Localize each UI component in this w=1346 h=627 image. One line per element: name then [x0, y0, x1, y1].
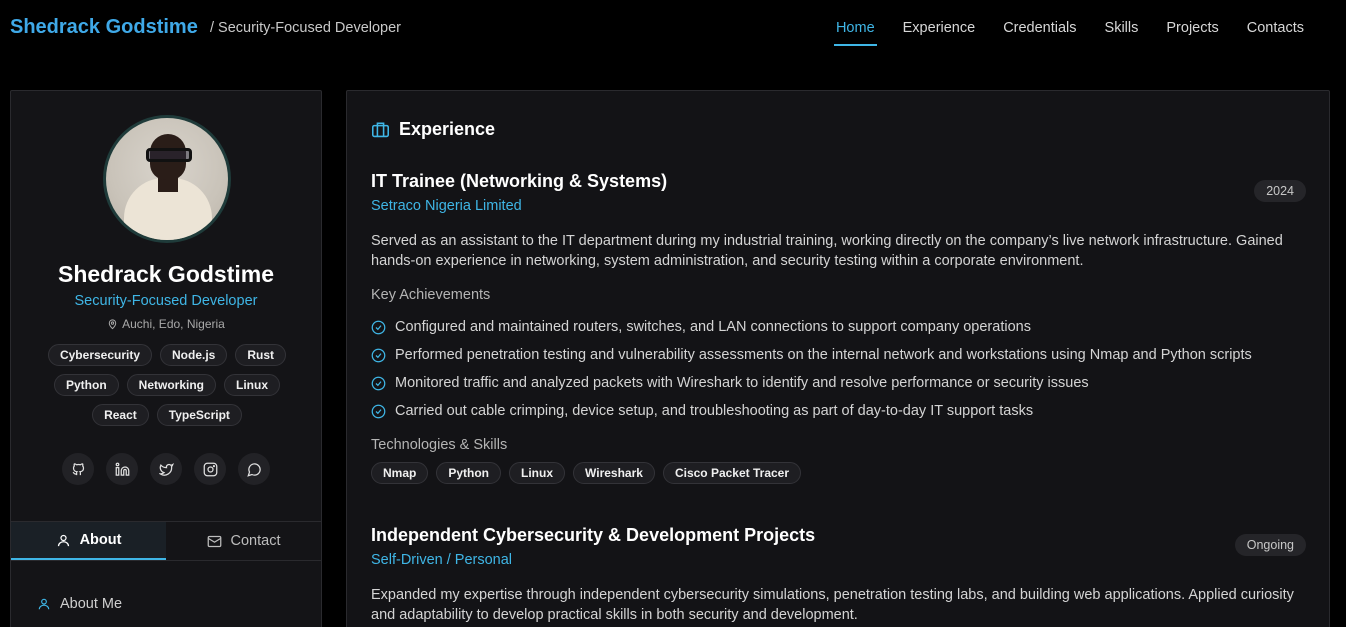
twitter-link[interactable] [150, 453, 182, 485]
date-badge: 2024 [1254, 180, 1306, 202]
profile-role: Security-Focused Developer [74, 293, 258, 309]
experience-panel: Experience 2024 IT Trainee (Networking &… [346, 90, 1330, 627]
linkedin-link[interactable] [106, 453, 138, 485]
skill-tag: Python [53, 374, 119, 396]
main-nav: Home Experience Credentials Skills Proje… [822, 18, 1318, 46]
job-title: Independent Cybersecurity & Development … [371, 525, 816, 545]
skill-tag: Node.js [160, 344, 228, 366]
tech-tag: Nmap [371, 462, 429, 484]
profile-location-text: Auchi, Edo, Nigeria [122, 317, 225, 331]
job-description: Expanded my expertise through independen… [371, 587, 1294, 623]
skill-tag: Networking [126, 374, 216, 396]
achievements-heading: Key Achievements [371, 287, 491, 303]
nav-home[interactable]: Home [822, 18, 889, 46]
tech-tag: Wireshark [573, 462, 655, 484]
check-circle-icon [371, 320, 386, 334]
achievement-text: Carried out cable crimping, device setup… [395, 403, 1034, 419]
achievements-list: Configured and maintained routers, switc… [371, 313, 1306, 425]
instagram-link[interactable] [194, 453, 226, 485]
profile-tabs: About Contact [11, 521, 321, 561]
user-icon [38, 598, 50, 610]
brand-tagline: / Security-Focused Developer [210, 20, 401, 36]
skill-tag: React [92, 404, 149, 426]
section-title: Experience [371, 119, 495, 140]
mail-icon [207, 535, 221, 547]
skill-tag: Rust [235, 344, 287, 366]
nav-credentials[interactable]: Credentials [989, 18, 1090, 46]
job-description: Served as an assistant to the IT departm… [371, 233, 1283, 269]
achievement-text: Configured and maintained routers, switc… [395, 319, 1031, 335]
technologies-heading: Technologies & Skills [371, 437, 508, 453]
profile-location: Auchi, Edo, Nigeria [11, 317, 321, 331]
experience-item: 2024 IT Trainee (Networking & Systems) S… [371, 171, 1306, 484]
about-me-heading: About Me [37, 596, 122, 612]
tab-contact-label: Contact [230, 533, 281, 549]
social-links [11, 453, 321, 485]
brand-name[interactable]: Shedrack Godstime [10, 16, 198, 39]
list-item: Configured and maintained routers, switc… [371, 313, 1306, 341]
tab-about[interactable]: About [11, 522, 166, 560]
section-title-text: Experience [399, 119, 496, 139]
achievement-text: Performed penetration testing and vulner… [395, 347, 1252, 363]
map-pin-icon [108, 319, 117, 330]
nav-projects[interactable]: Projects [1152, 18, 1232, 46]
profile-name: Shedrack Godstime [57, 261, 275, 287]
check-circle-icon [371, 376, 386, 390]
skill-tag: TypeScript [156, 404, 242, 426]
github-icon [72, 462, 84, 475]
tab-about-label: About [79, 532, 122, 548]
check-circle-icon [371, 348, 386, 362]
experience-item: Ongoing Independent Cybersecurity & Deve… [371, 525, 1306, 625]
job-title: IT Trainee (Networking & Systems) [371, 171, 668, 191]
check-circle-icon [371, 404, 386, 418]
profile-tags: Cybersecurity Node.js Rust Python Networ… [31, 344, 303, 426]
skill-tag: Cybersecurity [47, 344, 153, 366]
profile-card: Shedrack Godstime Security-Focused Devel… [10, 90, 322, 627]
nav-contacts[interactable]: Contacts [1233, 18, 1318, 46]
avatar-ring [103, 115, 231, 243]
list-item: Carried out cable crimping, device setup… [371, 397, 1306, 425]
twitter-icon [158, 462, 174, 476]
tech-tag: Python [436, 462, 502, 484]
about-me-heading-text: About Me [60, 596, 123, 612]
briefcase-icon [372, 122, 389, 138]
whatsapp-link[interactable] [238, 453, 270, 485]
achievement-text: Monitored traffic and analyzed packets w… [395, 375, 1089, 391]
tech-tag: Cisco Packet Tracer [662, 462, 802, 484]
top-navbar: Shedrack Godstime / Security-Focused Dev… [0, 0, 1346, 56]
status-badge: Ongoing [1234, 534, 1306, 556]
job-company[interactable]: Self-Driven / Personal [371, 552, 1306, 568]
instagram-icon [203, 462, 217, 476]
avatar [106, 118, 228, 240]
whatsapp-icon [246, 462, 261, 477]
job-company[interactable]: Setraco Nigeria Limited [371, 198, 1306, 214]
list-item: Monitored traffic and analyzed packets w… [371, 369, 1306, 397]
nav-skills[interactable]: Skills [1091, 18, 1153, 46]
tab-contact[interactable]: Contact [166, 522, 321, 560]
github-link[interactable] [62, 453, 94, 485]
tech-tag: Linux [509, 462, 566, 484]
user-icon [57, 534, 69, 546]
nav-experience[interactable]: Experience [889, 18, 990, 46]
tech-tags: Nmap Python Linux Wireshark Cisco Packet… [371, 462, 1306, 484]
linkedin-icon [115, 462, 129, 476]
skill-tag: Linux [224, 374, 280, 396]
list-item: Performed penetration testing and vulner… [371, 341, 1306, 369]
